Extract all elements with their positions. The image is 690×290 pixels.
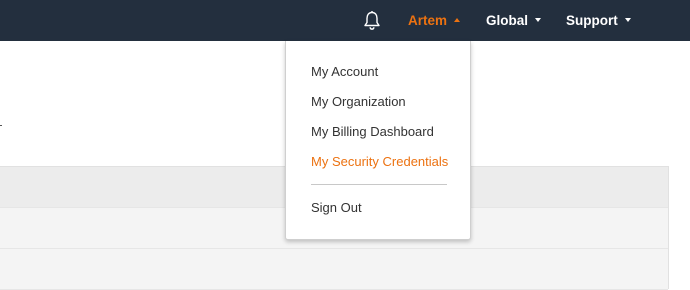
caret-down-icon	[535, 18, 542, 23]
top-navigation-bar: Artem Global Support	[0, 0, 690, 41]
table-row	[0, 249, 668, 290]
menu-item-sign-out[interactable]: Sign Out	[311, 200, 362, 215]
region-menu-button[interactable]: Global	[486, 0, 542, 41]
support-menu-label: Support	[566, 13, 618, 28]
menu-item-my-security-credentials[interactable]: My Security Credentials	[311, 154, 448, 169]
user-menu-button[interactable]: Artem	[408, 0, 461, 41]
support-menu-button[interactable]: Support	[566, 0, 631, 41]
caret-up-icon	[454, 18, 461, 23]
account-dropdown-menu: My Account My Organization My Billing Da…	[285, 41, 471, 240]
page-content-fragment	[0, 125, 2, 126]
menu-divider	[311, 184, 447, 185]
user-menu-label: Artem	[408, 13, 448, 28]
menu-item-my-billing-dashboard[interactable]: My Billing Dashboard	[311, 124, 434, 139]
menu-item-my-account[interactable]: My Account	[311, 64, 378, 79]
bell-icon[interactable]	[362, 10, 382, 32]
region-menu-label: Global	[486, 13, 529, 28]
menu-item-my-organization[interactable]: My Organization	[311, 94, 406, 109]
caret-down-icon	[624, 18, 631, 23]
